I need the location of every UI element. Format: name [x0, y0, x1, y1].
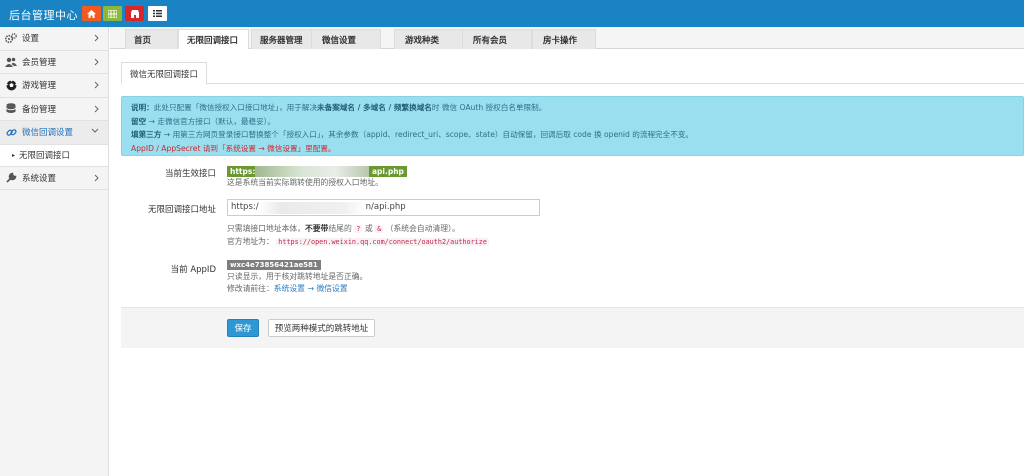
sidebar-item-label: 系统设置: [22, 173, 57, 184]
notice-text: 时 微信 OAuth 授权白名单限制。: [431, 103, 547, 112]
store-icon: [130, 9, 139, 18]
chevron-right-icon: [94, 81, 99, 89]
notice-line-1: 说明：此处只配置「微信授权入口接口地址」，用于解决未备案域名 / 多域名 / 频…: [131, 101, 1014, 115]
chevron-right-icon: [94, 58, 99, 65]
form-footer: 保存 预览两种模式的跳转地址: [121, 307, 1024, 348]
current-interface-label: 当前生效接口: [164, 169, 216, 179]
wrench-icon: [5, 172, 17, 184]
tab-room-card[interactable]: 房卡操作: [532, 29, 596, 49]
users-icon: [5, 56, 17, 68]
subtab-bar: 微信无限回调接口: [121, 60, 1024, 85]
system-settings-link[interactable]: 系统设置 → 微信设置: [274, 284, 348, 293]
hint-text: 结尾的: [328, 224, 352, 233]
callback-hint-line2: 官方地址为： https://open.weixin.qq.com/connec…: [227, 236, 489, 247]
save-button[interactable]: 保存: [227, 319, 259, 337]
store-button[interactable]: [125, 6, 144, 21]
chevron-down-icon: [91, 128, 99, 133]
gears-icon: [5, 32, 17, 44]
hint-text: 只需填接口地址本体，: [227, 224, 305, 233]
chevron-right-icon: [94, 174, 99, 181]
tab-all-members[interactable]: 所有会员: [462, 29, 532, 49]
tab-wechat-settings[interactable]: 微信设置: [311, 29, 381, 49]
official-url-code: https://open.weixin.qq.com/connect/oauth…: [276, 238, 489, 246]
sidebar-item-members[interactable]: 会员管理: [0, 50, 108, 74]
info-notice: 说明：此处只配置「微信授权入口接口地址」，用于解决未备案域名 / 多域名 / 频…: [121, 96, 1024, 156]
link-icon: [5, 126, 17, 138]
notice-strong: 填第三方: [131, 130, 162, 139]
sidebar-item-label: 备份管理: [22, 104, 57, 115]
hint-strong: 不要带: [304, 224, 329, 233]
current-url-end: api.php: [369, 166, 407, 177]
notice-strong: 说明：: [131, 103, 154, 112]
subtab-wechat-unlimited-callback[interactable]: 微信无限回调接口: [121, 62, 208, 85]
sidebar-item-system-settings[interactable]: 系统设置: [0, 166, 108, 190]
appid-value: wxc4e73856421ae581: [227, 260, 321, 270]
current-interface-hint: 这是系统当前实际跳转使用的授权入口地址。: [227, 178, 383, 187]
sidebar-item-wechat-callback[interactable]: 微信回调设置: [0, 121, 108, 145]
appid-modify-hint: 修改请前往：系统设置 → 微信设置: [227, 283, 348, 294]
sidebar-item-settings[interactable]: 设置: [0, 27, 108, 51]
notice-line-2: 留空 → 走微信官方接口（默认，最稳妥）。: [131, 115, 1014, 129]
soccer-ball-icon: [5, 79, 17, 91]
notice-text: → 走微信官方接口（默认，最稳妥）。: [146, 116, 276, 126]
chevron-right-icon: [94, 105, 99, 112]
sidebar-item-label: 设置: [22, 34, 40, 45]
hint-text: （系统会自动清理）。: [385, 224, 460, 233]
notice-strong: 留空: [131, 116, 147, 126]
hint-text: 官方地址为：: [227, 237, 274, 246]
tab-home[interactable]: 首页: [125, 29, 178, 49]
notice-strong: 未备案域名 / 多域名 / 频繁换域名: [317, 103, 432, 112]
code-ampersand: &: [375, 225, 384, 233]
sidebar-item-label: 微信回调设置: [22, 128, 74, 139]
input-value-start: https:/: [231, 202, 259, 212]
list-button[interactable]: [148, 6, 167, 21]
tab-bar: 首页 无限回调接口 服务器管理 微信设置 游戏种类 所有会员 房卡操作: [110, 27, 1024, 49]
notice-line-4: AppID / AppSecret 请到「系统设置 → 微信设置」里配置。: [131, 143, 336, 153]
callback-address-label: 无限回调接口地址: [147, 205, 216, 215]
home-icon: [87, 9, 96, 18]
hint-text: 修改请前往：: [227, 284, 274, 293]
tab-game-types[interactable]: 游戏种类: [394, 29, 464, 49]
notice-text: → 用第三方网页登录接口替换整个「授权入口」，其余参数（appid、redire…: [161, 130, 694, 139]
input-value-end: n/api.php: [365, 202, 406, 212]
brand-title: 后台管理中心: [9, 9, 78, 22]
grid-button[interactable]: [103, 6, 122, 21]
preview-button[interactable]: 预览两种模式的跳转地址: [268, 319, 375, 337]
appid-hint: 只读显示，用于核对跳转地址是否正确。: [227, 272, 368, 281]
sidebar-item-label: 会员管理: [22, 57, 57, 68]
database-icon: [5, 103, 17, 115]
appid-label: 当前 AppID: [170, 265, 216, 275]
notice-text: 此处只配置「微信授权入口接口地址」，用于解决: [153, 103, 318, 112]
sidebar-item-games[interactable]: 游戏管理: [0, 74, 108, 98]
notice-line-3: 填第三方 → 用第三方网页登录接口替换整个「授权入口」，其余参数（appid、r…: [131, 128, 1014, 142]
sidebar: 设置 会员管理 游戏管理 备份管理 微信回调设置 ▸ 无限回调接口 系统设置: [0, 27, 109, 476]
redacted-input: [259, 202, 366, 214]
top-bar: 后台管理中心: [0, 0, 1024, 27]
redacted-url: [255, 166, 369, 177]
home-button[interactable]: [82, 6, 101, 21]
sidebar-item-label: 游戏管理: [22, 81, 57, 92]
tab-server-management[interactable]: 服务器管理: [251, 29, 319, 49]
hint-text: 或: [364, 224, 373, 233]
list-icon: [153, 10, 162, 17]
sidebar-subitem-unlimited-callback[interactable]: ▸ 无限回调接口: [0, 144, 108, 167]
code-question: ?: [354, 225, 363, 233]
tab-unlimited-callback[interactable]: 无限回调接口: [178, 29, 249, 49]
grid-icon: [108, 9, 117, 18]
bullet-icon: ▸: [12, 151, 16, 159]
chevron-right-icon: [94, 34, 99, 42]
sidebar-subitem-label: 无限回调接口: [19, 151, 71, 161]
sidebar-item-backup[interactable]: 备份管理: [0, 97, 108, 121]
callback-hint-line1: 只需填接口地址本体，不要带结尾的 ? 或 & （系统会自动清理）。: [227, 223, 460, 234]
